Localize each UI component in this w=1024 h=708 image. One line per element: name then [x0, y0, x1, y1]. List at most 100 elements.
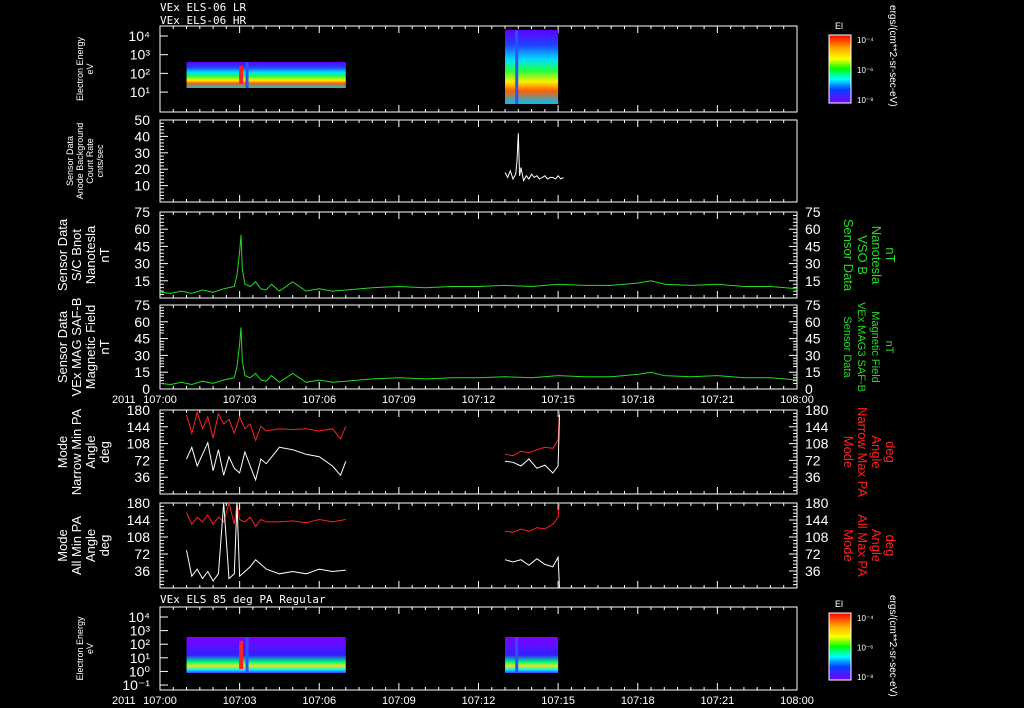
y-tick-label-right: 45	[805, 331, 821, 347]
y-tick-label-right: 75	[805, 204, 821, 220]
series-line-red	[504, 502, 560, 533]
y-tick-label-right: 36	[805, 563, 821, 579]
right-axis-label: All Max PA	[855, 514, 870, 577]
y-tick-label: 72	[134, 452, 150, 468]
x-tick-label: 107:12	[462, 695, 496, 707]
x-tick-label: 107:15	[541, 394, 575, 406]
colorbar	[828, 612, 852, 681]
right-axis-label: Sensor Data	[841, 219, 856, 292]
x-tick-label: 107:00	[143, 394, 177, 406]
series-line-white	[186, 502, 346, 582]
panel-frame-all-pa	[159, 502, 798, 589]
y-tick-label: 15	[134, 364, 150, 380]
spectrogram-block	[505, 637, 559, 673]
y-tick-label: 144	[127, 419, 151, 435]
colorbar-tick-label: 10⁻⁶	[857, 66, 873, 75]
colorbar-unit-label: ergs/(cm**2-sr-sec-eV)	[887, 595, 898, 697]
right-axis-label: nT	[883, 341, 895, 354]
x-tick-label: 107:12	[462, 394, 496, 406]
spectrogram-block	[505, 30, 559, 104]
y-tick-label: 45	[134, 238, 150, 254]
right-axis-label: VSO B	[855, 235, 870, 275]
y-tick-label: 36	[134, 563, 150, 579]
y-tick-label-right: 45	[805, 238, 821, 254]
spectrogram-block	[186, 637, 346, 673]
y-tick-label-right: 36	[805, 469, 821, 485]
y-tick-label: 30	[134, 145, 150, 161]
y-tick-label: 75	[134, 297, 150, 313]
y-tick-label: 20	[134, 161, 150, 177]
colorbar-tick-label: 10⁻⁴	[857, 36, 874, 45]
y-axis-label: Angle	[83, 435, 98, 468]
y-axis-label: eV	[85, 643, 95, 654]
series-line-white	[504, 414, 560, 474]
y-tick-label: 180	[127, 495, 151, 511]
plot-canvas: 10⁴10³10²10¹Electron Energy eVEl10⁻⁴10⁻⁶1…	[55, 5, 898, 707]
colorbar	[828, 34, 852, 104]
y-axis-label: Sensor Data	[55, 310, 70, 383]
right-axis-label: Magnetic Field	[869, 311, 881, 383]
y-axis-label: eV	[85, 63, 95, 74]
y-tick-label-right: 60	[805, 221, 821, 237]
y-tick-label: 15	[134, 273, 150, 289]
x-axis-year: 2011	[112, 394, 136, 406]
colorbar-tick-label: 10⁻⁶	[857, 644, 873, 653]
x-tick-label: 107:00	[143, 695, 177, 707]
y-tick-label-right: 180	[805, 495, 829, 511]
y-tick-label: 10²	[130, 65, 151, 81]
colorbar-tick-label: 10⁻⁴	[857, 614, 874, 623]
right-axis-label: deg	[883, 441, 898, 463]
y-tick-label: 36	[134, 469, 150, 485]
series-line-red	[504, 409, 560, 457]
right-axis-label: Nanotesla	[869, 226, 884, 285]
series-line-white	[504, 555, 560, 589]
y-tick-label-right: 144	[805, 419, 829, 435]
y-tick-label-right: 144	[805, 512, 829, 528]
y-tick-label: 10⁻¹	[122, 677, 150, 693]
y-axis-label: All Min PA	[69, 516, 84, 575]
y-axis-label: Angle	[83, 529, 98, 562]
y-tick-label-right: 30	[805, 347, 821, 363]
y-tick-label-right: 60	[805, 314, 821, 330]
y-tick-label-right: 15	[805, 364, 821, 380]
y-axis-label: VEx MAG SAF-B	[69, 298, 84, 397]
series-line-red	[186, 501, 346, 528]
x-tick-label: 107:09	[382, 695, 416, 707]
y-tick-label-right: 72	[805, 452, 821, 468]
y-tick-label: 10⁴	[128, 28, 150, 44]
y-tick-label-right: 108	[805, 529, 829, 545]
right-axis-label: deg	[883, 535, 898, 557]
y-tick-label: 60	[134, 221, 150, 237]
x-tick-label: 107:03	[223, 394, 257, 406]
y-axis-label: Electron Energy	[75, 616, 85, 681]
y-tick-label-right: 30	[805, 256, 821, 272]
y-axis-label: nT	[97, 339, 112, 354]
colorbar-unit-label: ergs/(cm**2-sr-sec-eV)	[887, 5, 898, 107]
panel-frame-narrow-pa	[159, 409, 798, 495]
y-tick-label-right: 108	[805, 436, 829, 452]
y-tick-label: 108	[127, 436, 151, 452]
right-axis-label: VEx MAG3 SAF-B	[855, 302, 867, 392]
y-axis-label: Mode	[55, 529, 70, 562]
x-tick-label: 107:18	[621, 394, 655, 406]
y-tick-label: 45	[134, 331, 150, 347]
x-tick-label: 107:03	[223, 695, 257, 707]
series-line-white	[186, 441, 347, 482]
y-tick-label-right: 75	[805, 297, 821, 313]
y-tick-label: 72	[134, 546, 150, 562]
x-tick-label: 107:18	[621, 695, 655, 707]
right-axis-label: Mode	[841, 529, 856, 562]
y-tick-label: 60	[134, 314, 150, 330]
y-tick-label: 75	[134, 204, 150, 220]
right-axis-label: nT	[883, 247, 898, 262]
y-tick-label: 30	[134, 347, 150, 363]
colorbar-title: El	[835, 599, 843, 609]
y-axis-label: Narrow Min PA	[69, 408, 84, 495]
x-tick-label: 108:00	[780, 695, 814, 707]
y-tick-label-right: 72	[805, 546, 821, 562]
y-axis-label: Count Rate	[85, 138, 95, 184]
y-axis-label: Sensor Data	[55, 218, 70, 291]
x-tick-label: 107:06	[302, 695, 336, 707]
series-line-white	[504, 133, 564, 183]
right-axis-label: Sensor Data	[841, 316, 853, 378]
